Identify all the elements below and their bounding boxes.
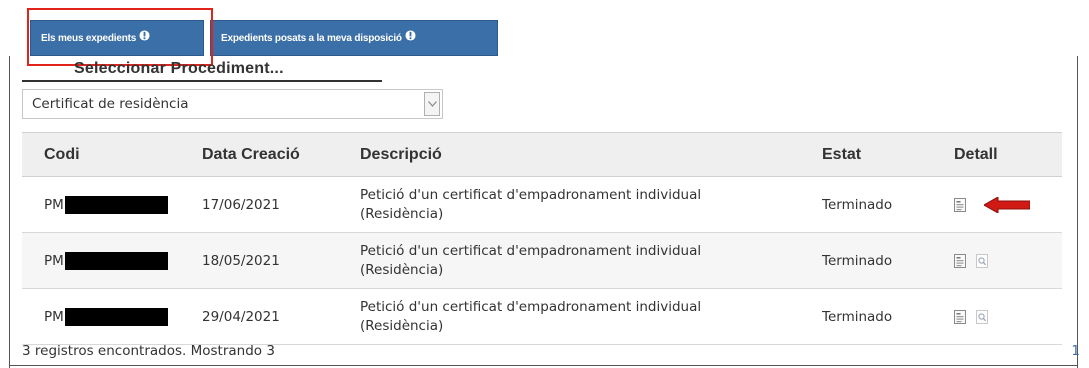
cell-estat: Terminado bbox=[822, 176, 954, 233]
info-icon bbox=[139, 29, 150, 41]
zoom-icon[interactable] bbox=[976, 309, 988, 324]
zoom-icon[interactable] bbox=[976, 253, 988, 268]
header-descripcio[interactable]: Descripció bbox=[360, 132, 822, 177]
cell-data: 18/05/2021 bbox=[202, 232, 360, 289]
tab-label: Els meus expedients bbox=[41, 32, 137, 44]
results-summary: 3 registros encontrados. Mostrando 3 bbox=[22, 343, 275, 359]
table-row: PM 29/04/2021 Petició d'un certificat d'… bbox=[22, 288, 1062, 345]
document-icon[interactable] bbox=[954, 197, 966, 212]
tab-bar: Els meus expedients Expedients posats a … bbox=[30, 20, 498, 56]
cell-detall bbox=[954, 288, 1062, 345]
info-icon bbox=[405, 29, 416, 41]
expedients-table: Codi Data Creació Descripció Estat Detal… bbox=[22, 132, 1062, 345]
table-row: PM 17/06/2021 Petició d'un certificat d'… bbox=[22, 176, 1062, 233]
cell-codi: PM bbox=[22, 288, 202, 345]
cell-codi: PM bbox=[22, 232, 202, 289]
header-detall: Detall bbox=[954, 132, 1062, 177]
pagination-page-1[interactable]: 1 bbox=[1071, 343, 1080, 359]
header-estat[interactable]: Estat bbox=[822, 132, 954, 177]
codi-prefix: PM bbox=[44, 252, 64, 269]
codi-prefix: PM bbox=[44, 308, 64, 325]
table-header-row: Codi Data Creació Descripció Estat Detal… bbox=[22, 132, 1062, 177]
tab-label: Expedients posats a la meva disposició bbox=[221, 32, 402, 44]
redaction-bar bbox=[64, 195, 168, 214]
cell-descripcio: Petició d'un certificat d'empadronament … bbox=[360, 232, 822, 289]
procedure-select[interactable]: Certificat de residència bbox=[22, 89, 443, 119]
desc-line: (Residència) bbox=[360, 205, 444, 222]
panel-bottom-border bbox=[9, 365, 1078, 366]
desc-line: Petició d'un certificat d'empadronament … bbox=[360, 186, 702, 203]
desc-line: Petició d'un certificat d'empadronament … bbox=[360, 242, 702, 259]
heading-underline bbox=[22, 80, 382, 82]
desc-line: Petició d'un certificat d'empadronament … bbox=[360, 298, 702, 315]
tab-els-meus-expedients[interactable]: Els meus expedients bbox=[30, 20, 204, 56]
cell-detall bbox=[954, 176, 1062, 233]
cell-descripcio: Petició d'un certificat d'empadronament … bbox=[360, 288, 822, 345]
procedure-selected-value: Certificat de residència bbox=[32, 96, 189, 112]
dropdown-toggle[interactable] bbox=[424, 92, 440, 116]
tab-expedients-disposicio[interactable]: Expedients posats a la meva disposició bbox=[210, 20, 498, 56]
red-arrow-annotation bbox=[984, 196, 1030, 213]
cell-codi: PM bbox=[22, 176, 202, 233]
redaction-bar bbox=[64, 251, 168, 270]
document-icon[interactable] bbox=[954, 253, 966, 268]
table-row: PM 18/05/2021 Petició d'un certificat d'… bbox=[22, 232, 1062, 289]
cell-data: 17/06/2021 bbox=[202, 176, 360, 233]
cell-estat: Terminado bbox=[822, 288, 954, 345]
cell-data: 29/04/2021 bbox=[202, 288, 360, 345]
cell-estat: Terminado bbox=[822, 232, 954, 289]
cell-descripcio: Petició d'un certificat d'empadronament … bbox=[360, 176, 822, 233]
codi-prefix: PM bbox=[44, 196, 64, 213]
cell-detall bbox=[954, 232, 1062, 289]
redaction-bar bbox=[64, 307, 168, 326]
desc-line: (Residència) bbox=[360, 261, 444, 278]
header-codi[interactable]: Codi bbox=[22, 132, 202, 177]
document-icon[interactable] bbox=[954, 309, 966, 324]
header-data-creacio[interactable]: Data Creació bbox=[202, 132, 360, 177]
procedure-heading: Seleccionar Procediment... bbox=[74, 60, 284, 77]
chevron-down-icon bbox=[427, 101, 437, 107]
desc-line: (Residència) bbox=[360, 317, 444, 334]
